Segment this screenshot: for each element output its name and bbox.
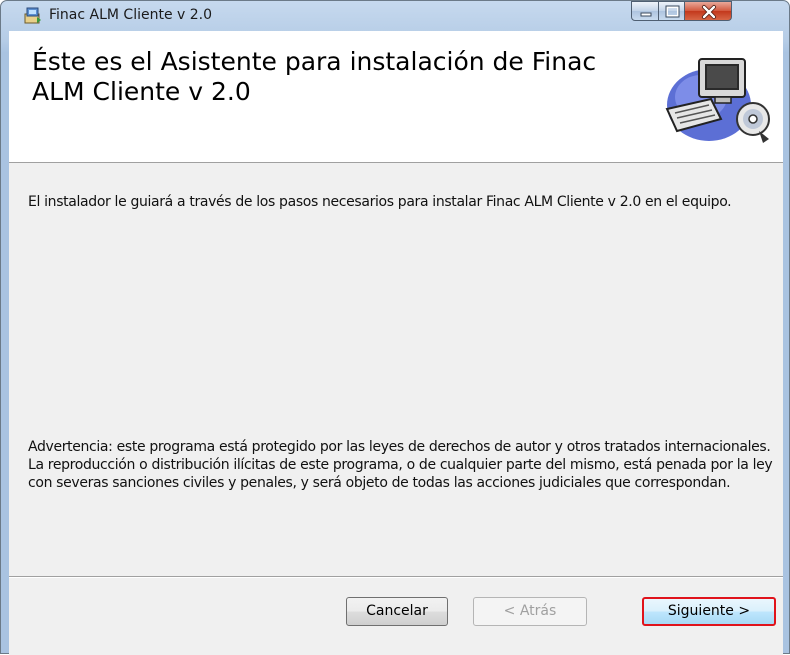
minimize-icon (640, 12, 652, 17)
next-button[interactable]: Siguiente > (642, 597, 776, 626)
computer-setup-icon (665, 58, 770, 143)
window-title: Finac ALM Cliente v 2.0 (49, 7, 213, 23)
copyright-warning-text: Advertencia: este programa está protegid… (28, 439, 773, 491)
minimize-button[interactable] (631, 1, 659, 21)
wizard-title: Éste es el Asistente para instalación de… (32, 47, 597, 106)
maximize-button[interactable] (658, 1, 685, 21)
back-button[interactable]: < Atrás (473, 597, 587, 626)
installer-window: Finac ALM Cliente v 2.0 Éste es el Asist… (0, 0, 790, 655)
close-button[interactable] (684, 1, 732, 21)
intro-text: El instalador le guiará a través de los … (28, 194, 732, 210)
dialog-client-area: Éste es el Asistente para instalación de… (9, 31, 783, 655)
title-bar[interactable]: Finac ALM Cliente v 2.0 (1, 1, 790, 35)
installer-app-icon (24, 7, 41, 24)
maximize-icon (665, 5, 680, 18)
button-separator (9, 576, 783, 578)
cancel-button[interactable]: Cancelar (346, 597, 448, 626)
wizard-header: Éste es el Asistente para instalación de… (9, 31, 783, 163)
close-icon (702, 5, 716, 19)
